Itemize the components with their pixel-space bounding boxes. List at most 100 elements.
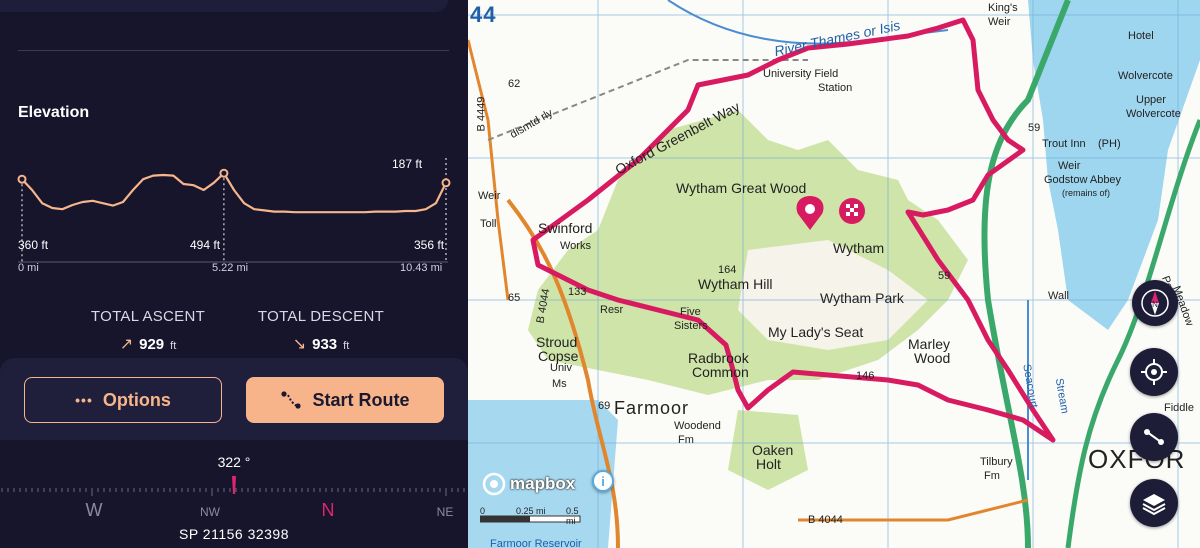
map-label-146: 146 [856,370,875,382]
map-label-ms: Ms [552,378,567,390]
distance-end-label: 10.43 mi [400,262,442,274]
options-button[interactable]: ••• Options [24,377,222,423]
map-label-farmoor: Farmoor [614,398,690,418]
map-label-wood: Wood [914,350,951,366]
map-label-59a: 59 [1028,122,1041,134]
map-label-sisters: Sisters [674,320,708,332]
options-button-label: Options [102,389,171,410]
map-label-kings: King's [988,2,1018,14]
elevation-chart[interactable]: 187 ft 360 ft 494 ft 356 ft 0 mi 5.22 mi… [0,150,468,280]
map-label-wall: Wall [1048,290,1069,302]
compass-button[interactable]: N [1132,280,1178,326]
total-descent: TOTAL DESCENT ↘ 933 ft [256,308,386,354]
map-view[interactable]: 44 King's Weir Hotel River Thames or Isi… [468,0,1200,548]
map-label-tilbury: Tilbury [980,456,1013,468]
map-label-69: 69 [598,400,611,412]
map-label-works: Works [560,240,591,252]
map-label-toll: Toll [480,218,497,230]
start-route-label: Start Route [312,389,410,410]
ascent-arrow-icon: ↗ [119,336,134,353]
locate-icon [1141,359,1167,385]
map-label-wolvercote: Wolvercote [1118,70,1173,82]
total-descent-unit: ft [343,340,350,352]
svg-text:N: N [1152,300,1158,309]
total-ascent-label: TOTAL ASCENT [90,308,206,325]
route-icon [281,391,302,409]
layers-icon [1142,494,1166,516]
map-label-woodend-fm: Fm [678,434,694,446]
b4449-road [468,39,510,301]
map-label-univ: Univ [550,362,573,374]
map-label-hotel: Hotel [1128,30,1154,42]
map-label-godstow: Godstow Abbey [1044,174,1122,186]
compass-n: N [322,500,335,520]
start-route-button[interactable]: Start Route [246,377,444,423]
map-label-tilbury-fm: Fm [984,470,1000,482]
mapbox-logo[interactable]: mapbox [482,470,575,498]
map-label-wytham-park: Wytham Park [820,290,904,306]
map-label-remains: (remains of) [1062,188,1111,198]
grid-reference: SP 21156 32398 [178,526,290,542]
finish-flag-icon[interactable] [839,198,865,224]
compass-icon: N [1141,289,1169,317]
ellipsis-icon: ••• [75,392,93,408]
distance-start-label: 0 mi [18,262,39,274]
layers-button[interactable] [1130,479,1178,527]
compass-w: W [86,500,103,520]
map-label-station: Station [818,82,853,94]
compass-nw: NW [200,505,221,519]
elevation-end-label: 356 ft [414,238,445,252]
map-label-trout-ph: (PH) [1098,138,1121,150]
total-ascent: TOTAL ASCENT ↗ 929 ft [88,308,208,354]
elevation-title: Elevation [18,104,90,121]
descent-arrow-icon: ↘ [292,336,307,353]
info-icon[interactable]: i [592,470,614,492]
scale-05: 0.5 mi [566,506,579,526]
route-edit-icon [1144,429,1164,445]
heading-indicator [232,476,236,494]
map-label-164: 164 [718,264,737,276]
elevation-marker [17,174,27,184]
locate-button[interactable] [1130,348,1178,396]
divider [18,50,449,51]
elevation-mid-label: 494 ft [190,238,221,252]
map-label-b4044-south: B 4044 [808,514,843,526]
total-descent-label: TOTAL DESCENT [257,308,385,325]
map-label-farmoor-reservoir: Farmoor Reservoir [490,538,582,548]
route-details-panel: Elevation 187 ft 360 ft 494 ft 356 ft 0 … [0,0,468,548]
compass-heading: 322 ° [217,454,251,470]
map-label-five: Five [680,306,701,318]
river-meadow-water [1028,0,1200,330]
compass-scale[interactable]: W NW N NE [0,476,468,526]
map-scale-bar: 0 0.25 mi 0.5 mi [480,506,590,526]
scale-0: 0 [480,506,486,516]
elevation-profile-line [21,172,447,214]
map-label-weir-right: Weir [1058,160,1081,172]
map-label-wytham: Wytham [833,240,885,256]
map-label-trout-inn: Trout Inn [1042,138,1086,150]
compass-ne: NE [437,505,454,519]
map-label-university-field: University Field [763,68,839,80]
total-descent-value: 933 [312,336,338,353]
top-card [0,0,468,14]
elevation-marker [441,178,451,188]
route-edit-button[interactable] [1130,413,1178,461]
map-label-b4449: B 4449 [475,96,488,132]
map-label-fiddler: Fiddle [1164,402,1194,414]
elevation-marker [219,168,229,178]
map-label-wytham-great-wood: Wytham Great Wood [676,180,807,196]
map-label-65: 65 [508,292,521,304]
map-label-upper-wolvercote: Wolvercote [1126,108,1181,120]
map-label-woodend: Woodend [674,420,721,432]
distance-mid-label: 5.22 mi [212,262,248,274]
elevation-max-label: 187 ft [392,157,423,171]
map-label-59b: 59 [938,270,951,282]
map-grid-44: 44 [470,2,497,27]
action-bar: ••• Options Start Route [0,358,468,440]
map-label-weir-left: Weir [478,190,501,202]
map-label-ladys-seat: My Lady's Seat [768,324,864,340]
map-label-resr: Resr [600,304,624,316]
map-label-62: 62 [508,78,521,90]
map-label-holt: Holt [756,456,781,472]
ascent-descent-stats: TOTAL ASCENT ↗ 929 ft TOTAL DESCENT ↘ 93… [0,308,468,358]
